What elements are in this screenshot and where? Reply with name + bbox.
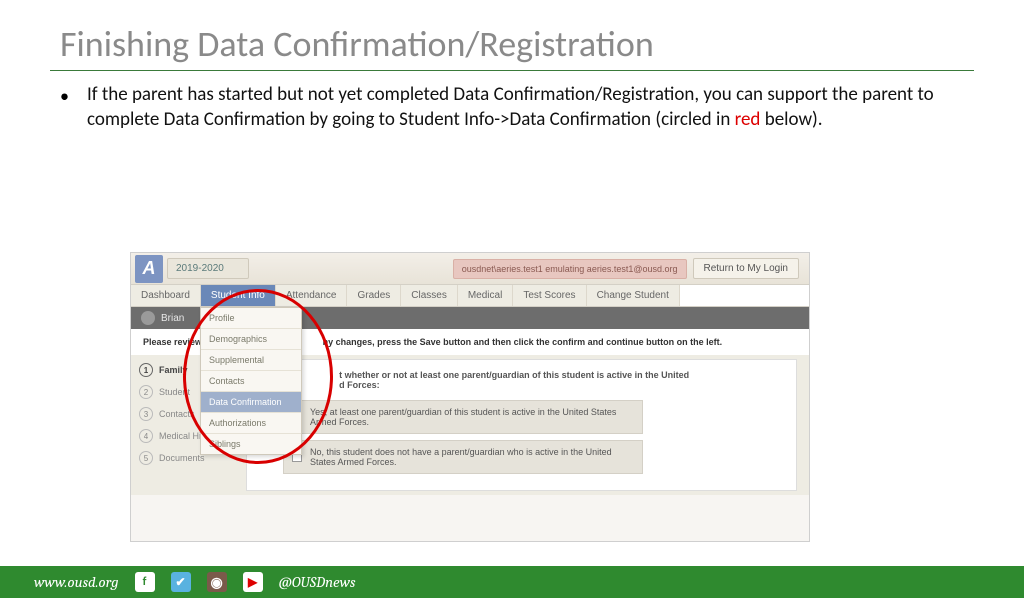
opt-text: Yes, at least one parent/guardian of thi… <box>310 407 634 427</box>
youtube-icon: ▶ <box>243 572 263 592</box>
tab-num: 3 <box>139 407 153 421</box>
facebook-icon: f <box>135 572 155 592</box>
instr-post: ny changes, press the Save button and th… <box>323 337 723 347</box>
nav-grades[interactable]: Grades <box>347 285 401 306</box>
opt-text: No, this student does not have a parent/… <box>310 447 634 467</box>
app-screenshot: A 2019-2020 ousdnet\aeries.test1 emulati… <box>130 252 810 542</box>
tab-label: Documents <box>159 453 205 463</box>
tab-label: Family <box>159 365 188 375</box>
nav-attendance[interactable]: Attendance <box>276 285 348 306</box>
twitter-icon: ✔ <box>171 572 191 592</box>
q-pre: t whether or not at least one parent/gua… <box>339 370 689 380</box>
bullet-red: red <box>735 108 761 131</box>
tab-num: 1 <box>139 363 153 377</box>
year-selector[interactable]: 2019-2020 <box>167 258 249 279</box>
main-nav: Dashboard Student Info Attendance Grades… <box>131 285 809 307</box>
slide-title: Finishing Data Confirmation/Registration <box>60 22 964 66</box>
title-rule <box>50 70 974 71</box>
option-no[interactable]: No, this student does not have a parent/… <box>283 440 643 474</box>
nav-change-student[interactable]: Change Student <box>587 285 680 306</box>
instagram-icon: ◉ <box>207 572 227 592</box>
tab-label: Contacts <box>159 409 195 419</box>
topbar: A 2019-2020 ousdnet\aeries.test1 emulati… <box>131 253 809 285</box>
emulation-notice: ousdnet\aeries.test1 emulating aeries.te… <box>453 259 687 279</box>
question: ________________t whether or not at leas… <box>259 370 784 390</box>
nav-classes[interactable]: Classes <box>401 285 458 306</box>
tab-label: Student <box>159 387 190 397</box>
tab-num: 2 <box>139 385 153 399</box>
bullet-text: If the parent has started but not yet co… <box>87 83 978 132</box>
dd-supplemental[interactable]: Supplemental <box>201 350 301 371</box>
dd-demographics[interactable]: Demographics <box>201 329 301 350</box>
dd-profile[interactable]: Profile <box>201 308 301 329</box>
option-yes[interactable]: Yes, at least one parent/guardian of thi… <box>283 400 643 434</box>
nav-test-scores[interactable]: Test Scores <box>513 285 586 306</box>
dd-data-confirmation[interactable]: Data Confirmation <box>201 392 301 413</box>
bullet-marker: • <box>60 85 69 132</box>
nav-medical[interactable]: Medical <box>458 285 513 306</box>
tab-num: 5 <box>139 451 153 465</box>
main-panel: ________________t whether or not at leas… <box>246 359 797 491</box>
tab-num: 4 <box>139 429 153 443</box>
return-login-button[interactable]: Return to My Login <box>693 258 800 279</box>
nav-dashboard[interactable]: Dashboard <box>131 285 201 306</box>
app-logo-icon[interactable]: A <box>135 255 163 283</box>
instr-pre: Please review t <box>143 337 208 347</box>
bullet-post: below). <box>760 108 822 131</box>
student-info-dropdown: Profile Demographics Supplemental Contac… <box>200 307 302 455</box>
student-name: Brian <box>161 313 184 324</box>
bullet: • If the parent has started but not yet … <box>60 83 978 132</box>
q-line2: d Forces: <box>339 380 380 390</box>
back-icon[interactable] <box>141 311 155 325</box>
dd-authorizations[interactable]: Authorizations <box>201 413 301 434</box>
footer: www.ousd.org f ✔ ◉ ▶ @OUSDnews <box>0 566 1024 598</box>
dd-siblings[interactable]: Siblings <box>201 434 301 454</box>
dd-contacts[interactable]: Contacts <box>201 371 301 392</box>
nav-student-info[interactable]: Student Info <box>201 285 276 306</box>
